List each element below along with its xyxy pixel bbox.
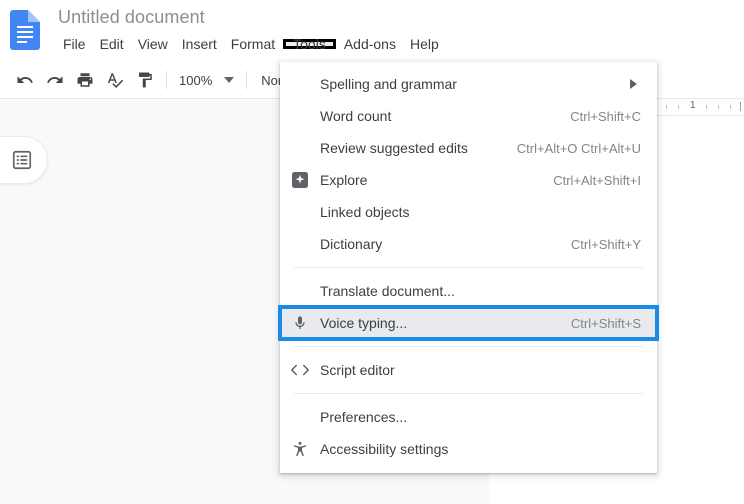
paint-format-icon[interactable] bbox=[132, 67, 158, 93]
menu-item-label: Script editor bbox=[320, 362, 395, 378]
toolbar-divider-2 bbox=[246, 71, 248, 89]
ruler-tick-major bbox=[740, 102, 741, 111]
menu-item-dictionary[interactable]: Dictionary Ctrl+Shift+Y bbox=[280, 228, 657, 260]
print-icon[interactable] bbox=[72, 67, 98, 93]
menu-insert[interactable]: Insert bbox=[175, 34, 224, 54]
menu-item-voice-typing[interactable]: Voice typing... Ctrl+Shift+S bbox=[278, 305, 659, 341]
menu-separator bbox=[294, 267, 643, 268]
menu-item-linked-objects[interactable]: Linked objects bbox=[280, 196, 657, 228]
menu-item-shortcut: Ctrl+Shift+C bbox=[570, 108, 641, 124]
ruler-tick bbox=[718, 105, 719, 109]
zoom-level-dropdown[interactable]: 100% bbox=[175, 70, 238, 91]
menu-format[interactable]: Format bbox=[224, 34, 282, 54]
document-title[interactable]: Untitled document bbox=[58, 7, 205, 28]
menu-help[interactable]: Help bbox=[403, 34, 446, 54]
menu-item-label: Spelling and grammar bbox=[320, 76, 457, 92]
menu-item-label: Translate document... bbox=[320, 283, 455, 299]
zoom-level-value: 100% bbox=[179, 72, 213, 88]
menu-addons[interactable]: Add-ons bbox=[337, 34, 403, 54]
menu-item-shortcut: Ctrl+Shift+S bbox=[570, 315, 641, 331]
menu-item-translate-document[interactable]: Translate document... bbox=[280, 275, 657, 307]
menu-separator bbox=[294, 393, 643, 394]
ruler-track: 1 bbox=[648, 99, 744, 116]
tools-menu-annotation-box: Tools bbox=[283, 37, 336, 51]
menu-item-label: Linked objects bbox=[320, 204, 410, 220]
menu-item-shortcut: Ctrl+Shift+Y bbox=[570, 236, 641, 252]
menu-item-review-suggested-edits[interactable]: Review suggested edits Ctrl+Alt+O Ctrl+A… bbox=[280, 132, 657, 164]
chevron-down-icon bbox=[224, 77, 235, 83]
menu-item-label: Accessibility settings bbox=[320, 441, 449, 457]
app-header: Untitled document File Edit View Insert … bbox=[0, 0, 744, 62]
menu-view[interactable]: View bbox=[131, 34, 175, 54]
ruler-tick bbox=[666, 105, 667, 109]
menu-item-script-editor[interactable]: Script editor bbox=[280, 354, 657, 386]
ruler-tick bbox=[730, 105, 731, 109]
menu-item-label: Word count bbox=[320, 108, 392, 124]
submenu-arrow-icon bbox=[630, 79, 657, 89]
menu-separator bbox=[294, 346, 643, 347]
menu-bar: File Edit View Insert Format Tools Add-o… bbox=[56, 33, 446, 55]
accessibility-icon bbox=[280, 440, 320, 458]
menu-item-label: Voice typing... bbox=[320, 315, 408, 331]
tools-dropdown-menu: Spelling and grammar Word count Ctrl+Shi… bbox=[278, 62, 659, 473]
microphone-icon bbox=[280, 314, 320, 332]
menu-item-label: Dictionary bbox=[320, 236, 383, 252]
ruler-number: 1 bbox=[690, 100, 696, 111]
menu-item-shortcut: Ctrl+Alt+Shift+I bbox=[553, 172, 641, 188]
code-brackets-icon bbox=[280, 363, 320, 377]
undo-icon[interactable] bbox=[12, 67, 38, 93]
menu-item-word-count[interactable]: Word count Ctrl+Shift+C bbox=[280, 100, 657, 132]
menu-item-explore[interactable]: Explore Ctrl+Alt+Shift+I bbox=[280, 164, 657, 196]
menu-item-label: Preferences... bbox=[320, 409, 408, 425]
ruler-tick bbox=[678, 105, 679, 109]
menu-item-preferences[interactable]: Preferences... bbox=[280, 401, 657, 433]
ruler-tick bbox=[706, 105, 707, 109]
menu-file[interactable]: File bbox=[56, 34, 93, 54]
google-docs-icon bbox=[10, 10, 40, 50]
menu-tools[interactable]: Tools bbox=[286, 37, 333, 51]
show-document-outline-button[interactable] bbox=[0, 136, 48, 184]
menu-item-spelling-and-grammar[interactable]: Spelling and grammar bbox=[280, 68, 657, 100]
explore-icon bbox=[280, 172, 320, 188]
toolbar-divider-1 bbox=[166, 71, 167, 89]
menu-edit[interactable]: Edit bbox=[93, 34, 131, 54]
spellcheck-icon[interactable] bbox=[102, 67, 128, 93]
menu-item-accessibility-settings[interactable]: Accessibility settings bbox=[280, 433, 657, 465]
document-outline-icon bbox=[11, 149, 33, 171]
redo-icon[interactable] bbox=[42, 67, 68, 93]
menu-item-shortcut: Ctrl+Alt+O Ctrl+Alt+U bbox=[516, 140, 641, 156]
menu-item-label: Review suggested edits bbox=[320, 140, 468, 156]
menu-item-label: Explore bbox=[320, 172, 368, 188]
